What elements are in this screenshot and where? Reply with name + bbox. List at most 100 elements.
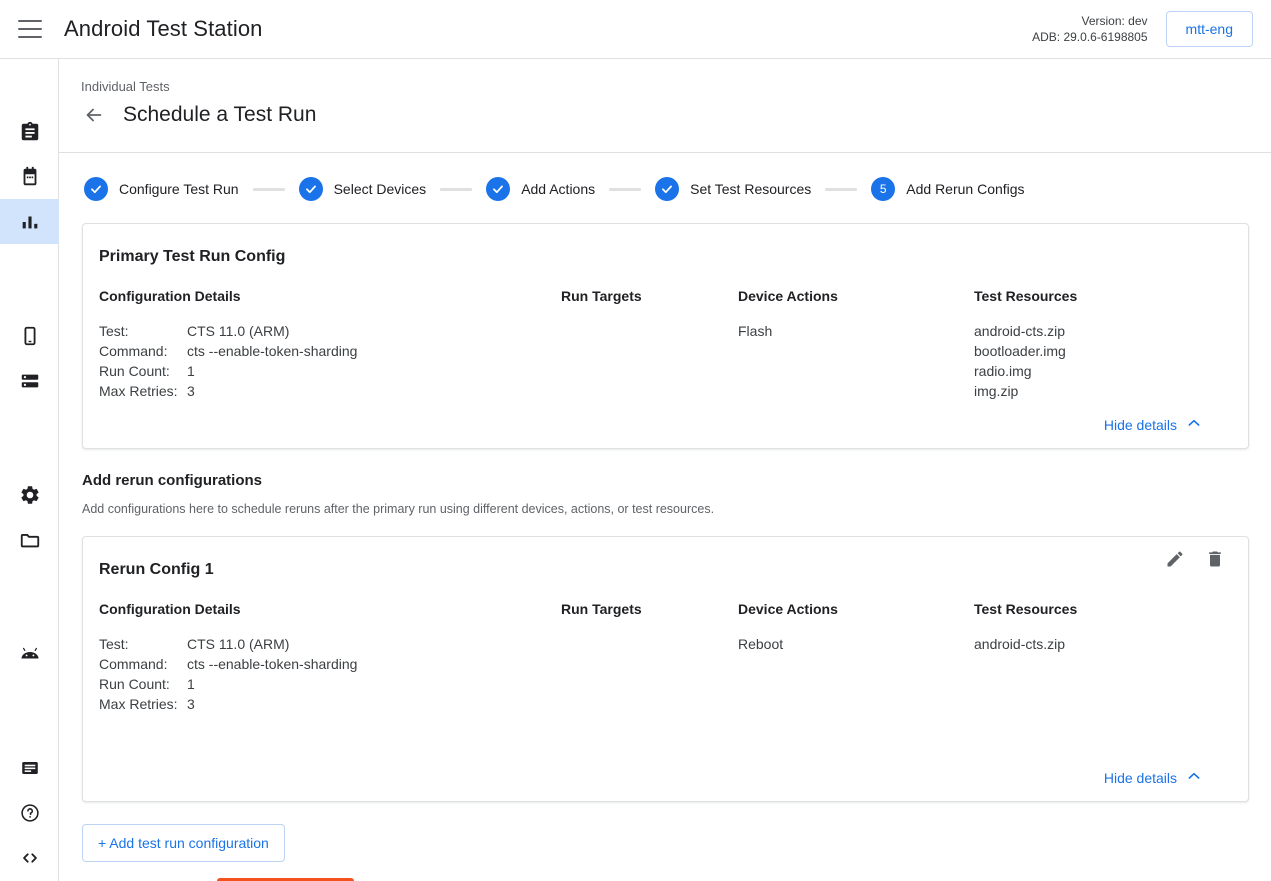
bar-chart-icon: [19, 211, 41, 233]
column-header: Test Resources: [974, 288, 1223, 304]
test-resource-item: img.zip: [974, 381, 1223, 401]
sidebar-item-developer-tools[interactable]: [0, 835, 59, 880]
pencil-icon: [1165, 549, 1185, 574]
detail-row: Test: CTS 11.0 (ARM): [99, 634, 561, 654]
detail-key: Max Retries:: [99, 381, 187, 401]
wizard-action-row: Previous Step Start Test Run Cancel: [59, 862, 1271, 881]
clipboard-icon: [19, 121, 41, 143]
step-marker-check: [299, 177, 323, 201]
detail-value: cts --enable-token-sharding: [187, 654, 561, 674]
toggle-details-primary[interactable]: Hide details: [99, 415, 1223, 434]
add-test-run-configuration-button[interactable]: + Add test run configuration: [82, 824, 285, 862]
section-subtext: Add configurations here to schedule reru…: [82, 502, 1271, 516]
android-icon: [18, 642, 42, 666]
step-configure-test-run[interactable]: Configure Test Run: [84, 177, 239, 201]
step-connector: [440, 188, 472, 191]
detail-key: Run Count:: [99, 674, 187, 694]
edit-rerun-config-button[interactable]: [1164, 550, 1186, 572]
column-header: Device Actions: [738, 288, 974, 304]
add-config-row: + Add test run configuration: [59, 802, 1271, 862]
sidebar-item-devices[interactable]: [0, 313, 59, 358]
column-header: Configuration Details: [99, 288, 561, 304]
column-configuration-details: Configuration Details Test: CTS 11.0 (AR…: [99, 601, 561, 714]
sidebar-item-help[interactable]: [0, 790, 59, 835]
page-title-row: Schedule a Test Run: [81, 102, 1271, 128]
primary-test-run-config-card: Primary Test Run Config Configuration De…: [82, 223, 1249, 449]
gear-icon: [19, 484, 41, 506]
environment-button[interactable]: mtt-eng: [1166, 11, 1253, 47]
step-add-rerun-configs[interactable]: 5 Add Rerun Configs: [871, 177, 1024, 201]
delete-rerun-config-button[interactable]: [1204, 550, 1226, 572]
detail-row: Command: cts --enable-token-sharding: [99, 341, 561, 361]
detail-value: cts --enable-token-sharding: [187, 341, 561, 361]
test-resource-item: radio.img: [974, 361, 1223, 381]
column-run-targets: Run Targets: [561, 288, 738, 401]
card-title: Rerun Config 1: [99, 561, 1223, 579]
sidebar-item-android-builds[interactable]: [0, 631, 59, 676]
detail-value: 1: [187, 674, 561, 694]
step-set-test-resources[interactable]: Set Test Resources: [655, 177, 811, 201]
version-line: Version: dev: [1032, 13, 1147, 29]
sidebar-item-test-suites[interactable]: [0, 109, 59, 154]
column-device-actions: Device Actions Flash: [738, 288, 974, 401]
detail-value: 1: [187, 361, 561, 381]
toggle-details-label: Hide details: [1104, 770, 1177, 786]
top-app-bar: Android Test Station Version: dev ADB: 2…: [0, 0, 1271, 59]
trash-icon: [1205, 549, 1225, 574]
help-circle-icon: [19, 802, 41, 824]
column-header: Run Targets: [561, 288, 738, 304]
step-connector: [825, 188, 857, 191]
detail-row: Command: cts --enable-token-sharding: [99, 654, 561, 674]
step-connector: [609, 188, 641, 191]
column-header: Test Resources: [974, 601, 1223, 617]
detail-row: Max Retries: 3: [99, 381, 561, 401]
detail-key: Command:: [99, 341, 187, 361]
rerun-section-header: Add rerun configurations Add configurati…: [59, 449, 1271, 536]
page-header: Individual Tests Schedule a Test Run: [59, 59, 1271, 128]
step-add-actions[interactable]: Add Actions: [486, 177, 595, 201]
sidebar-item-hosts[interactable]: [0, 358, 59, 403]
code-brackets-icon: [19, 847, 41, 869]
app-title: Android Test Station: [64, 16, 263, 42]
sidebar-item-test-plans[interactable]: [0, 154, 59, 199]
adb-line: ADB: 29.0.6-6198805: [1032, 29, 1147, 45]
phone-icon: [19, 325, 41, 347]
wizard-stepper: Configure Test Run Select Devices Add Ac…: [59, 153, 1271, 201]
section-heading: Add rerun configurations: [82, 472, 1271, 489]
detail-key: Command:: [99, 654, 187, 674]
hamburger-menu-icon[interactable]: [18, 20, 42, 38]
sidebar-item-settings[interactable]: [0, 472, 59, 517]
detail-row: Run Count: 1: [99, 674, 561, 694]
step-label: Select Devices: [334, 181, 427, 197]
arrow-left-icon[interactable]: [81, 102, 107, 128]
card-title: Primary Test Run Config: [99, 248, 1223, 266]
calendar-icon: [19, 166, 41, 188]
column-header: Device Actions: [738, 601, 974, 617]
folder-icon: [19, 529, 41, 551]
column-configuration-details: Configuration Details Test: CTS 11.0 (AR…: [99, 288, 561, 401]
step-connector: [253, 188, 285, 191]
toggle-details-label: Hide details: [1104, 417, 1177, 433]
test-resource-item: bootloader.img: [974, 341, 1223, 361]
sidebar-item-file-browser[interactable]: [0, 517, 59, 562]
column-header: Run Targets: [561, 601, 738, 617]
column-header: Configuration Details: [99, 601, 561, 617]
sidebar-item-logs[interactable]: [0, 745, 59, 790]
toggle-details-rerun[interactable]: Hide details: [99, 768, 1223, 787]
device-action-item: Flash: [738, 321, 974, 341]
sidebar-item-test-results[interactable]: [0, 199, 59, 244]
breadcrumb[interactable]: Individual Tests: [81, 79, 1271, 94]
detail-key: Run Count:: [99, 361, 187, 381]
column-run-targets: Run Targets: [561, 601, 738, 714]
detail-value: CTS 11.0 (ARM): [187, 321, 561, 341]
column-test-resources: Test Resources android-cts.zip: [974, 601, 1223, 714]
version-info: Version: dev ADB: 29.0.6-6198805: [1032, 13, 1147, 45]
card-action-icons: [1164, 550, 1226, 572]
detail-key: Test:: [99, 321, 187, 341]
step-marker-check: [655, 177, 679, 201]
main-content: Individual Tests Schedule a Test Run Con…: [59, 59, 1271, 881]
step-select-devices[interactable]: Select Devices: [299, 177, 427, 201]
step-label: Set Test Resources: [690, 181, 811, 197]
detail-row: Test: CTS 11.0 (ARM): [99, 321, 561, 341]
detail-key: Test:: [99, 634, 187, 654]
